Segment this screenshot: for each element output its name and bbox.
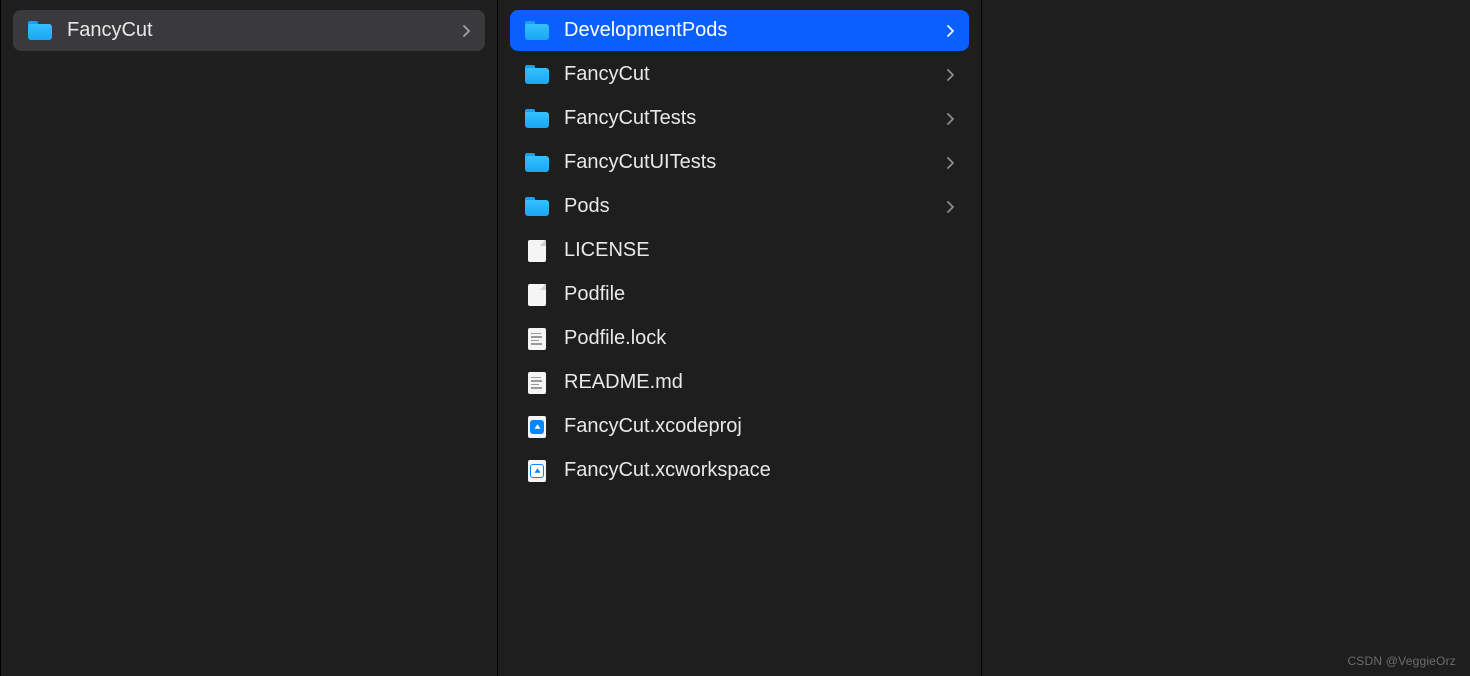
folder-icon: [524, 108, 550, 130]
finder-column-0[interactable]: FancyCut: [0, 0, 498, 676]
finder-column-2[interactable]: [982, 0, 1470, 676]
item-label: Pods: [564, 195, 939, 218]
item-label: FancyCutUITests: [564, 151, 939, 174]
item-label: LICENSE: [564, 239, 955, 262]
folder-icon: [524, 64, 550, 86]
chevron-right-icon: [947, 25, 955, 37]
item-label: FancyCut.xcworkspace: [564, 459, 955, 482]
xcodeproj-icon: [524, 416, 550, 438]
list-item[interactable]: FancyCut: [510, 54, 969, 95]
item-label: README.md: [564, 371, 955, 394]
item-label: FancyCut.xcodeproj: [564, 415, 955, 438]
item-label: Podfile.lock: [564, 327, 955, 350]
item-label: FancyCutTests: [564, 107, 939, 130]
text-document-icon: [524, 372, 550, 394]
item-label: Podfile: [564, 283, 955, 306]
document-icon: [524, 240, 550, 262]
chevron-right-icon: [947, 157, 955, 169]
list-item[interactable]: README.md: [510, 362, 969, 403]
chevron-right-icon: [947, 113, 955, 125]
list-item[interactable]: FancyCut.xcworkspace: [510, 450, 969, 491]
document-icon: [524, 284, 550, 306]
finder-column-1[interactable]: DevelopmentPods FancyCut FancyCutTests F…: [498, 0, 982, 676]
chevron-right-icon: [947, 201, 955, 213]
folder-icon: [524, 152, 550, 174]
folder-icon: [524, 196, 550, 218]
text-document-icon: [524, 328, 550, 350]
list-item[interactable]: Podfile.lock: [510, 318, 969, 359]
watermark-text: CSDN @VeggieOrz: [1347, 654, 1456, 668]
folder-icon: [524, 20, 550, 42]
chevron-right-icon: [947, 69, 955, 81]
item-label: FancyCut: [564, 63, 939, 86]
folder-icon: [27, 20, 53, 42]
list-item[interactable]: FancyCutTests: [510, 98, 969, 139]
xcworkspace-icon: [524, 460, 550, 482]
list-item[interactable]: LICENSE: [510, 230, 969, 271]
list-item[interactable]: FancyCut.xcodeproj: [510, 406, 969, 447]
list-item[interactable]: FancyCut: [13, 10, 485, 51]
item-label: FancyCut: [67, 19, 455, 42]
list-item[interactable]: Pods: [510, 186, 969, 227]
chevron-right-icon: [463, 25, 471, 37]
list-item[interactable]: DevelopmentPods: [510, 10, 969, 51]
list-item[interactable]: Podfile: [510, 274, 969, 315]
item-label: DevelopmentPods: [564, 19, 939, 42]
list-item[interactable]: FancyCutUITests: [510, 142, 969, 183]
